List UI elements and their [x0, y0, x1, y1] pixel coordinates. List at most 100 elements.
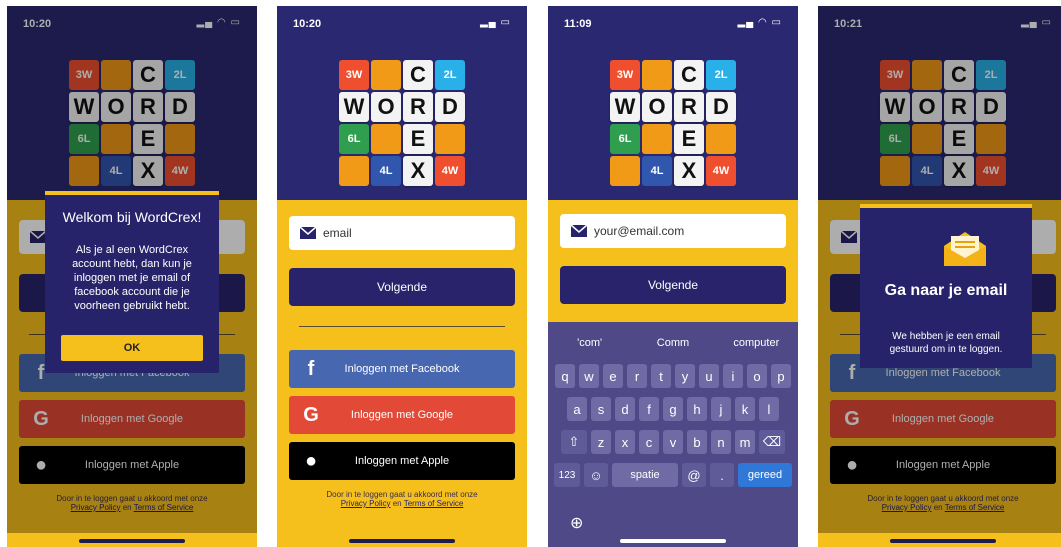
battery-icon: ▭ — [500, 17, 511, 28]
home-indicator[interactable] — [620, 539, 726, 543]
tile-3w: 3W — [339, 60, 369, 90]
letter-d: D — [435, 92, 465, 122]
key-o[interactable]: o — [747, 364, 767, 388]
key-y[interactable]: y — [675, 364, 695, 388]
phone-screen-welcome: 10:20 ▂▄ ◠ ▭ 3W C 2L W O R D 6L E 4L X 4… — [7, 6, 257, 547]
status-bar: 10:20 ▂▄ ▭ — [277, 6, 527, 40]
tile-4w: 4W — [706, 156, 736, 186]
suggestion-3[interactable]: computer — [715, 337, 798, 349]
tile-4w: 4W — [435, 156, 465, 186]
backspace-icon[interactable]: ⌫ — [759, 430, 785, 454]
facebook-login-label: Inloggen met Facebook — [344, 363, 460, 375]
letter-c: C — [403, 60, 433, 90]
key-c[interactable]: c — [639, 430, 659, 454]
wordcrex-logo: 3W C 2L W O R D 6L E 4L X 4W — [610, 60, 736, 186]
letter-e: E — [403, 124, 433, 154]
key-z[interactable]: z — [591, 430, 611, 454]
letter-c: C — [674, 60, 704, 90]
google-icon: G — [303, 403, 319, 426]
email-field[interactable]: your@email.com — [560, 214, 786, 248]
tile-blank — [610, 156, 640, 186]
key-v[interactable]: v — [663, 430, 683, 454]
next-button[interactable]: Volgende — [560, 266, 786, 304]
key-p[interactable]: p — [771, 364, 791, 388]
key-t[interactable]: t — [651, 364, 671, 388]
key-l[interactable]: l — [759, 397, 779, 421]
key-m[interactable]: m — [735, 430, 755, 454]
home-indicator[interactable] — [890, 539, 996, 543]
key-r[interactable]: r — [627, 364, 647, 388]
at-key[interactable]: @ — [682, 463, 706, 487]
battery-icon: ▭ — [771, 17, 782, 28]
key-n[interactable]: n — [711, 430, 731, 454]
key-u[interactable]: u — [699, 364, 719, 388]
dialog-title: Ga naar je email — [884, 282, 1008, 299]
login-panel: email Volgende f Inloggen met Facebook G… — [277, 200, 527, 547]
legal-links: Privacy Policy en Terms of Service — [289, 499, 515, 508]
suggestion-bar: 'com' Comm computer — [548, 322, 798, 364]
apple-login-label: Inloggen met Apple — [354, 455, 450, 467]
email-placeholder: email — [323, 226, 352, 240]
letter-r: R — [403, 92, 433, 122]
shift-icon[interactable]: ⇧ — [561, 430, 587, 454]
numbers-key[interactable]: 123 — [554, 463, 580, 487]
tile-6l: 6L — [339, 124, 369, 154]
phone-screen-keyboard: 11:09 ▂▄ ◠ ▭ 3W C 2L W O R D 6L E 4L X 4… — [548, 6, 798, 547]
key-f[interactable]: f — [639, 397, 659, 421]
emoji-icon[interactable]: ☺ — [584, 463, 608, 487]
key-s[interactable]: s — [591, 397, 611, 421]
suggestion-2[interactable]: Comm — [631, 337, 714, 349]
welcome-dialog: Welkom bij WordCrex! Als je al een WordC… — [45, 191, 219, 373]
next-button[interactable]: Volgende — [289, 268, 515, 306]
signal-icon: ▂▄ — [737, 17, 755, 28]
key-x[interactable]: x — [615, 430, 635, 454]
ok-button[interactable]: OK — [61, 335, 203, 361]
tile-6l: 6L — [610, 124, 640, 154]
mail-icon — [299, 226, 317, 239]
google-login-label: Inloggen met Google — [350, 409, 454, 421]
facebook-login-button[interactable]: f Inloggen met Facebook — [289, 350, 515, 388]
signal-icon: ▂▄ — [479, 17, 497, 28]
key-g[interactable]: g — [663, 397, 683, 421]
home-indicator[interactable] — [79, 539, 185, 543]
keyboard-row-3: ⇧ z x c v b n m ⌫ — [548, 430, 798, 454]
wifi-icon: ◠ — [758, 17, 768, 28]
key-q[interactable]: q — [555, 364, 575, 388]
terms-of-service-link[interactable]: Terms of Service — [404, 499, 464, 508]
legal-line: Door in te loggen gaat u akkoord met onz… — [326, 490, 478, 499]
letter-r: R — [674, 92, 704, 122]
on-screen-keyboard: 'com' Comm computer q w e r t y u i o p … — [548, 322, 798, 547]
email-field[interactable]: email — [289, 216, 515, 250]
letter-w: W — [610, 92, 640, 122]
letter-x: X — [674, 156, 704, 186]
divider — [299, 326, 505, 327]
google-login-button[interactable]: G Inloggen met Google — [289, 396, 515, 434]
tile-blank — [435, 124, 465, 154]
keyboard-row-1: q w e r t y u i o p — [548, 364, 798, 388]
privacy-policy-link[interactable]: Privacy Policy — [341, 499, 391, 508]
letter-o: O — [371, 92, 401, 122]
phone-screen-email-login: 10:20 ▂▄ ▭ 3W C 2L W O R D 6L E 4L X 4W … — [277, 6, 527, 547]
tile-2l: 2L — [435, 60, 465, 90]
dialog-title: Welkom bij WordCrex! — [62, 209, 202, 225]
email-placeholder: your@email.com — [594, 224, 685, 238]
phone-screen-check-email: 10:21 ▂▄ ▭ 3W C 2L W O R D 6L E 4L X 4W … — [818, 6, 1061, 547]
key-d[interactable]: d — [615, 397, 635, 421]
key-i[interactable]: i — [723, 364, 743, 388]
key-k[interactable]: k — [735, 397, 755, 421]
dot-key[interactable]: . — [710, 463, 734, 487]
home-indicator[interactable] — [349, 539, 455, 543]
key-w[interactable]: w — [579, 364, 599, 388]
key-b[interactable]: b — [687, 430, 707, 454]
key-j[interactable]: j — [711, 397, 731, 421]
suggestion-1[interactable]: 'com' — [548, 337, 631, 349]
legal-and: en — [392, 499, 402, 508]
key-h[interactable]: h — [687, 397, 707, 421]
system-icons: ▂▄ ◠ ▭ — [737, 17, 782, 28]
globe-icon[interactable]: ⊕ — [570, 513, 583, 533]
key-a[interactable]: a — [567, 397, 587, 421]
apple-login-button[interactable]: ● Inloggen met Apple — [289, 442, 515, 480]
key-e[interactable]: e — [603, 364, 623, 388]
done-key[interactable]: gereed — [738, 463, 792, 487]
space-key[interactable]: spatie — [612, 463, 678, 487]
